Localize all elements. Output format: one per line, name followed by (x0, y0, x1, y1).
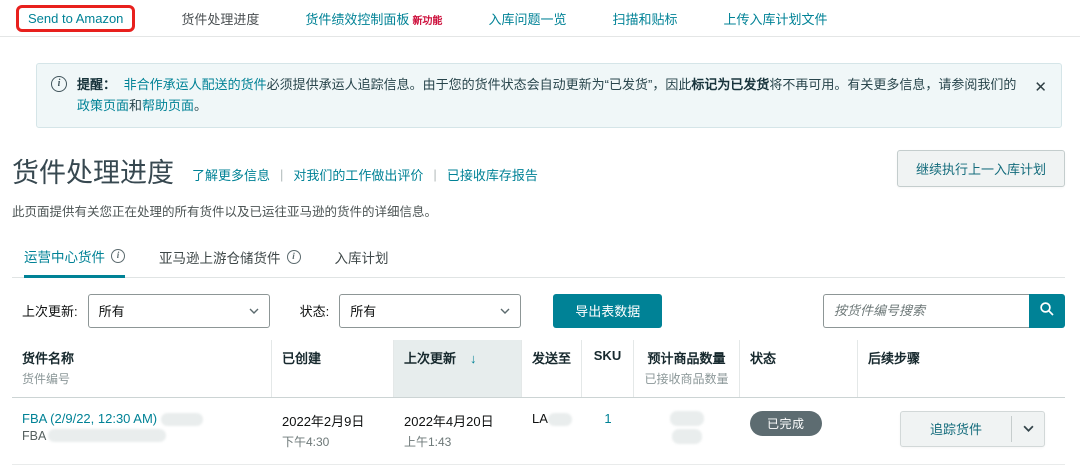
sku-cell: 1 (582, 398, 634, 464)
quantity-cell: 0 (634, 465, 740, 470)
page-subtitle: 此页面提供有关您正在处理的所有货件以及已运往亚马逊的货件的详细信息。 (12, 201, 1065, 220)
col-header-updated[interactable]: 上次更新↓ (394, 340, 522, 397)
next-steps-cell: 查看货件 (858, 465, 1065, 470)
table-header: 货件名称 货件编号 已创建 上次更新↓ 发送至 SKU 预计商品数量 已接收商品… (12, 340, 1065, 398)
search-icon (1039, 301, 1055, 320)
quantity-cell (634, 398, 740, 464)
banner-text: 提醒： 非合作承运人配送的货件必须提供承运人追踪信息。由于您的货件状态会自动更新… (77, 74, 1022, 117)
col-header-next-steps: 后续步骤 (858, 340, 1065, 397)
page-title: 货件处理进度 (12, 160, 174, 187)
redacted-text (672, 429, 702, 444)
sku-cell: 1 (582, 465, 634, 470)
nav-scan-label[interactable]: 扫描和贴标 (612, 9, 677, 28)
search-input[interactable] (823, 294, 1029, 328)
table-row: FBA (2/9/22, 12:30 AM) FBA 2022年2月9日 下午4… (12, 398, 1065, 465)
track-shipment-button[interactable]: 追踪货件 (900, 411, 1045, 447)
ship-to-cell: LA (522, 465, 582, 470)
ship-to-cell: LA (522, 398, 582, 464)
info-icon[interactable]: i (111, 249, 125, 263)
shipment-name-link[interactable]: FBA (2/9/22, 12:30 AM) (22, 411, 157, 426)
updated-cell: 2022年4月20日 上午1:43 (394, 398, 522, 464)
created-cell: 2022年2月9日 下午4:30 (272, 398, 394, 464)
filter-bar: 上次更新: 所有 状态: 所有 导出表数据 (12, 294, 1065, 328)
new-feature-badge: 新功能 (412, 16, 442, 27)
status-cell: 已取消 (740, 465, 858, 470)
status-filter-label: 状态: (300, 301, 330, 320)
last-updated-filter-label: 上次更新: (22, 301, 78, 320)
received-inventory-report-link[interactable]: 已接收库存报告 (447, 165, 538, 184)
last-updated-select[interactable]: 所有 (88, 294, 270, 328)
banner-link-policy[interactable]: 政策页面 (77, 98, 129, 113)
info-banner: i 提醒： 非合作承运人配送的货件必须提供承运人追踪信息。由于您的货件状态会自动… (36, 63, 1062, 128)
nav-shipment-progress[interactable]: 货件处理进度 (181, 9, 259, 28)
banner-label: 提醒： (77, 77, 116, 92)
redacted-text (670, 411, 704, 426)
rate-work-link[interactable]: 对我们的工作做出评价 (293, 165, 423, 184)
col-header-status: 状态 (740, 340, 858, 397)
next-steps-cell: 追踪货件 (858, 398, 1065, 464)
col-header-sku: SKU (582, 340, 634, 397)
chevron-down-icon (249, 306, 259, 316)
status-select[interactable]: 所有 (339, 294, 521, 328)
sort-descending-icon[interactable]: ↓ (470, 351, 477, 366)
shipment-name-cell: FBA (2/9/22, 12:30 AM) FBA (12, 398, 272, 464)
created-cell: 2022年4月6日 下午5:32 (272, 465, 394, 470)
learn-more-link[interactable]: 了解更多信息 (192, 165, 270, 184)
status-cell: 已完成 (740, 398, 858, 464)
shipment-tabs: 运营中心货件 i 亚马逊上游仓储货件 i 入库计划 (12, 246, 1065, 278)
close-icon[interactable]: ✕ (1032, 76, 1049, 117)
redacted-text (548, 413, 572, 426)
info-icon: i (51, 76, 67, 92)
redacted-text (161, 413, 203, 426)
redacted-text (48, 429, 166, 442)
resume-plan-button[interactable]: 继续执行上一入库计划 (897, 150, 1065, 187)
table-row: FBA (04/06/2022 09:32)- FBA 2022年4月6日 下午… (12, 465, 1065, 470)
banner-link-help[interactable]: 帮助页面 (142, 98, 194, 113)
export-table-button[interactable]: 导出表数据 (553, 294, 662, 328)
nav-inbound-issues[interactable]: 入库问题一览 (488, 9, 566, 28)
status-badge: 已完成 (750, 411, 822, 436)
shipment-name-cell: FBA (04/06/2022 09:32)- FBA (12, 465, 272, 470)
col-header-qty: 预计商品数量 已接收商品数量 (634, 340, 740, 397)
title-links: 了解更多信息 | 对我们的工作做出评价 | 已接收库存报告 (192, 165, 538, 187)
nav-send-to-amazon[interactable]: Send to Amazon (28, 11, 123, 26)
nav-upload-inbound-plan[interactable]: 上传入库计划文件 (723, 9, 827, 28)
tab-fulfillment-center-shipments[interactable]: 运营中心货件 i (24, 246, 125, 278)
search-button[interactable] (1029, 294, 1065, 328)
chevron-down-icon[interactable] (1012, 412, 1044, 446)
tab-inbound-plans[interactable]: 入库计划 (335, 246, 389, 277)
banner-link-carrier[interactable]: 非合作承运人配送的货件 (124, 77, 267, 92)
col-header-created[interactable]: 已创建 (272, 340, 394, 397)
info-icon[interactable]: i (287, 250, 301, 264)
updated-cell: 2022年4月19日 下午4:44 (394, 465, 522, 470)
shipment-search (823, 294, 1065, 328)
top-navigation: Send to Amazon 货件处理进度 货件绩效控制面板新功能 入库问题一览… (0, 0, 1080, 37)
sku-count-link[interactable]: 1 (604, 411, 611, 426)
shipments-table: 货件名称 货件编号 已创建 上次更新↓ 发送至 SKU 预计商品数量 已接收商品… (12, 340, 1065, 470)
tab-upstream-storage-shipments[interactable]: 亚马逊上游仓储货件 i (159, 246, 301, 277)
send-to-amazon-highlight-box: Send to Amazon (16, 5, 135, 32)
nav-performance-dashboard[interactable]: 货件绩效控制面板新功能 (305, 9, 442, 28)
chevron-down-icon (500, 306, 510, 316)
col-header-ship-to: 发送至 (522, 340, 582, 397)
col-header-name: 货件名称 货件编号 (12, 340, 272, 397)
